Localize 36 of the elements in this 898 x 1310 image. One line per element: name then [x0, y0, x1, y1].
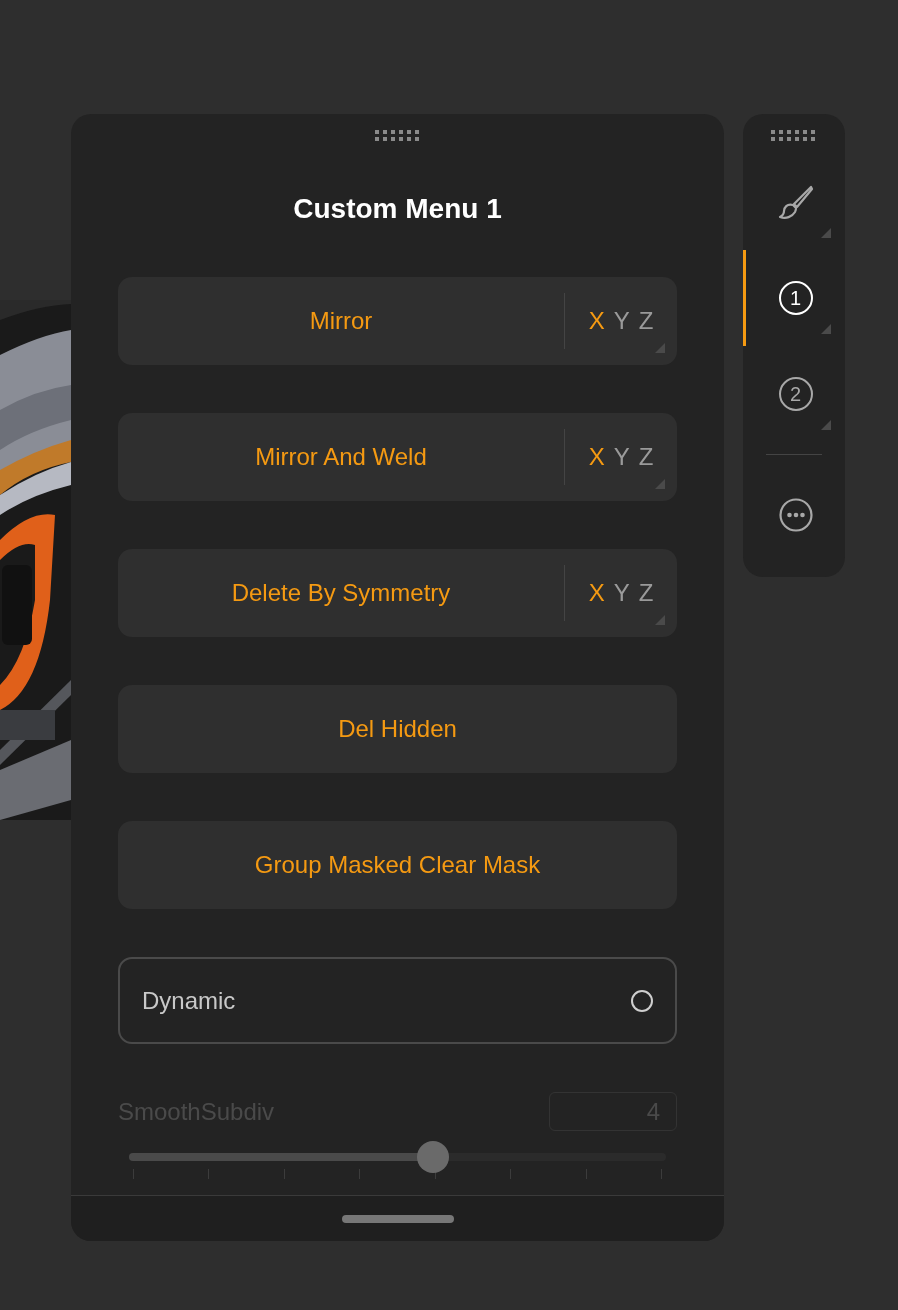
corner-triangle-icon	[655, 615, 665, 625]
slider-track[interactable]	[129, 1141, 666, 1173]
corner-triangle-icon	[821, 324, 831, 334]
dynamic-toggle[interactable]: Dynamic	[118, 957, 677, 1044]
sidebar-tab[interactable]: 2	[743, 346, 845, 442]
menu-button[interactable]: Mirror And Weld X Y Z	[118, 413, 677, 501]
corner-triangle-icon	[655, 343, 665, 353]
menu-button[interactable]: Del Hidden	[118, 685, 677, 773]
button-label[interactable]: Mirror	[118, 303, 564, 339]
menu-button[interactable]: Delete By Symmetry X Y Z	[118, 549, 677, 637]
axis-toggle[interactable]: Y	[613, 439, 630, 475]
corner-triangle-icon	[821, 420, 831, 430]
button-label[interactable]: Delete By Symmetry	[118, 575, 564, 611]
panel-title: Custom Menu 1	[292, 192, 503, 226]
corner-triangle-icon	[655, 479, 665, 489]
axis-toggle[interactable]: Y	[613, 575, 630, 611]
axis-toggle[interactable]: X	[588, 575, 605, 611]
axis-toggle[interactable]: Z	[638, 575, 654, 611]
menu-button[interactable]: Mirror X Y Z	[118, 277, 677, 365]
drag-handle-icon[interactable]	[771, 130, 817, 142]
menu-button[interactable]: Group Masked Clear Mask	[118, 821, 677, 909]
axis-toggle[interactable]: X	[588, 439, 605, 475]
drag-handle-icon[interactable]	[374, 130, 421, 142]
axis-toggle[interactable]: Y	[613, 303, 630, 339]
button-label[interactable]: Mirror And Weld	[118, 439, 564, 475]
slider-thumb[interactable]	[416, 1141, 449, 1173]
axis-toggle[interactable]: X	[588, 303, 605, 339]
number-badge: 2	[778, 377, 813, 411]
axis-toggle[interactable]: Z	[638, 303, 654, 339]
number-badge: 1	[778, 281, 813, 315]
corner-triangle-icon	[821, 228, 831, 238]
brush-icon	[777, 184, 814, 220]
resize-handle[interactable]	[341, 1214, 454, 1223]
more-icon	[778, 498, 813, 532]
axis-toggle[interactable]: Z	[638, 439, 654, 475]
sidebar-tab[interactable]: 1	[743, 250, 845, 346]
